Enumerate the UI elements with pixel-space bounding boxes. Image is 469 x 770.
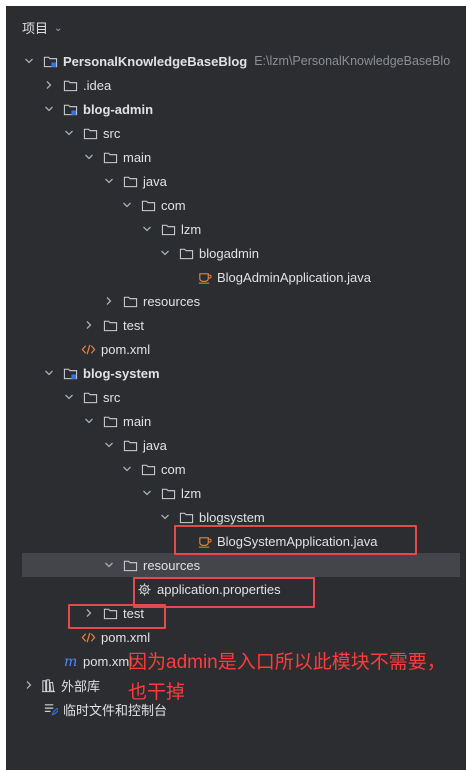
folder-label: src	[103, 125, 121, 141]
package-label: blogadmin	[199, 245, 259, 261]
package-icon	[178, 245, 194, 261]
highlight-box-system-app	[174, 525, 417, 555]
tree-row-root[interactable]: PersonalKnowledgeBaseBlog E:\lzm\Persona…	[6, 49, 466, 73]
folder-label: resources	[143, 293, 201, 309]
expand-arrow-icon[interactable]	[64, 128, 74, 138]
expand-arrow-icon[interactable]	[160, 512, 170, 522]
project-path: E:\lzm\PersonalKnowledgeBaseBlo	[254, 54, 451, 68]
expand-arrow-icon[interactable]	[122, 464, 132, 474]
xml-file-icon	[80, 341, 96, 357]
package-label: blogsystem	[199, 509, 265, 525]
expand-arrow-icon[interactable]	[104, 176, 114, 186]
project-name: PersonalKnowledgeBaseBlog	[63, 53, 248, 69]
module-folder-icon	[62, 365, 78, 381]
expand-arrow-icon[interactable]	[160, 248, 170, 258]
tree-row-admin-main[interactable]: main	[6, 145, 466, 169]
file-label: pom.xml	[101, 629, 151, 645]
tree-row-system-com[interactable]: com	[6, 457, 466, 481]
tree-row-system-resources[interactable]: resources	[22, 553, 460, 577]
tree-row-system-lzm[interactable]: lzm	[6, 481, 466, 505]
xml-file-icon	[80, 629, 96, 645]
module-label: blog-system	[83, 365, 160, 381]
file-label: pom.xml	[101, 341, 151, 357]
module-label: blog-admin	[83, 101, 154, 117]
project-view-title: 项目	[22, 20, 49, 36]
folder-icon	[82, 389, 98, 405]
tree-row-admin-pkg[interactable]: blogadmin	[6, 241, 466, 265]
folder-label: test	[123, 317, 144, 333]
tree-row-system-java[interactable]: java	[6, 433, 466, 457]
folder-icon	[62, 77, 78, 93]
collapse-arrow-icon[interactable]	[24, 680, 34, 690]
tree-row-admin-test[interactable]: test	[6, 313, 466, 337]
expand-arrow-icon[interactable]	[104, 560, 114, 570]
tree-row-admin-com[interactable]: com	[6, 193, 466, 217]
chevron-down-icon: ⌄	[54, 22, 63, 34]
package-label: com	[161, 197, 186, 213]
expand-arrow-icon[interactable]	[104, 440, 114, 450]
module-folder-icon	[62, 101, 78, 117]
module-folder-icon	[42, 53, 58, 69]
package-icon	[160, 221, 176, 237]
tree-row-admin-resources[interactable]: resources	[6, 289, 466, 313]
tree-row-system-main[interactable]: main	[6, 409, 466, 433]
tree-row-admin-lzm[interactable]: lzm	[6, 217, 466, 241]
highlight-box-test	[68, 604, 166, 629]
package-icon	[160, 485, 176, 501]
folder-icon	[122, 293, 138, 309]
collapse-arrow-icon[interactable]	[84, 320, 94, 330]
folder-icon	[102, 317, 118, 333]
tree-row-blog-system[interactable]: blog-system	[6, 361, 466, 385]
package-label: com	[161, 461, 186, 477]
folder-icon	[82, 125, 98, 141]
tree-row-system-src[interactable]: src	[6, 385, 466, 409]
package-label: lzm	[181, 221, 202, 237]
tree-row-admin-java[interactable]: java	[6, 169, 466, 193]
project-panel: 项目 ⌄ PersonalKnowledgeBaseBlog E:\lzm\Pe…	[6, 6, 466, 770]
expand-arrow-icon[interactable]	[64, 392, 74, 402]
annotation-note: 因为admin是入口所以此模块不需要，也干掉	[128, 652, 446, 703]
folder-icon	[122, 173, 138, 189]
tree-row-admin-pom[interactable]: pom.xml	[6, 337, 466, 361]
folder-label: resources	[143, 557, 201, 573]
expand-arrow-icon[interactable]	[44, 368, 54, 378]
folder-label: java	[143, 437, 167, 453]
tree-row-admin-app[interactable]: BlogAdminApplication.java	[6, 265, 466, 289]
folder-icon	[102, 413, 118, 429]
folder-label: .idea	[83, 77, 112, 93]
package-icon	[140, 197, 156, 213]
tree-row-idea[interactable]: .idea	[6, 73, 466, 97]
tree-row-admin-src[interactable]: src	[6, 121, 466, 145]
maven-icon: m	[62, 653, 78, 669]
expand-arrow-icon[interactable]	[122, 200, 132, 210]
svg-text:m: m	[63, 654, 76, 669]
project-view-selector[interactable]: 项目 ⌄	[22, 18, 62, 36]
collapse-arrow-icon[interactable]	[104, 296, 114, 306]
collapse-arrow-icon[interactable]	[44, 80, 54, 90]
folder-icon	[122, 557, 138, 573]
spring-boot-class-icon	[196, 269, 212, 285]
package-icon	[140, 461, 156, 477]
expand-arrow-icon[interactable]	[84, 152, 94, 162]
expand-arrow-icon[interactable]	[142, 224, 152, 234]
expand-arrow-icon[interactable]	[84, 416, 94, 426]
folder-icon	[102, 149, 118, 165]
folder-icon	[122, 437, 138, 453]
external-libraries-label: 外部库	[61, 678, 101, 694]
expand-arrow-icon[interactable]	[142, 488, 152, 498]
library-icon	[40, 677, 56, 693]
folder-label: main	[123, 149, 152, 165]
expand-arrow-icon[interactable]	[44, 104, 54, 114]
folder-label: src	[103, 389, 121, 405]
expand-arrow-icon[interactable]	[24, 56, 34, 66]
folder-label: main	[123, 413, 152, 429]
scratches-icon	[42, 701, 58, 717]
package-label: lzm	[181, 485, 202, 501]
package-icon	[178, 509, 194, 525]
file-label: pom.xml	[83, 653, 133, 669]
folder-label: java	[143, 173, 167, 189]
file-label: BlogAdminApplication.java	[217, 269, 371, 285]
tree-row-blog-admin[interactable]: blog-admin	[6, 97, 466, 121]
